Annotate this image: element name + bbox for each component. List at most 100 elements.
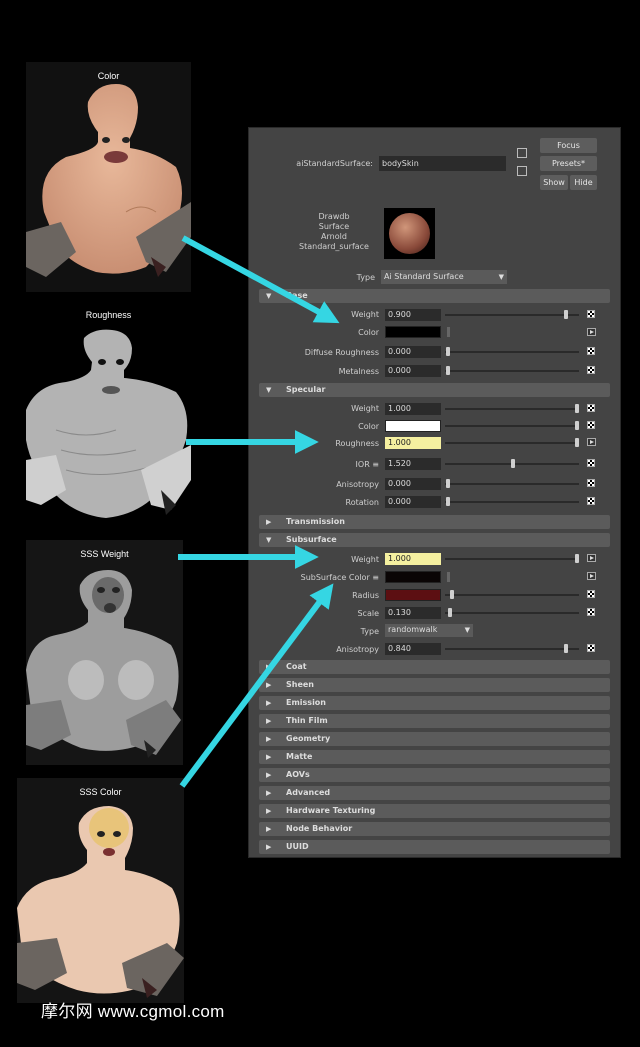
section-specular[interactable]: ▼ Specular <box>259 383 610 397</box>
specular-roughness-label: Roughness <box>335 439 379 448</box>
show-button[interactable]: Show <box>540 175 568 190</box>
select-input-icon[interactable] <box>517 148 527 158</box>
specular-color-slider-handle[interactable] <box>575 421 579 430</box>
node-name-field[interactable]: bodySkin <box>379 156 506 171</box>
subsurface-weight-field[interactable]: 1.000 <box>385 553 441 565</box>
base-weight-map-button[interactable] <box>587 310 595 318</box>
select-output-icon[interactable] <box>517 166 527 176</box>
base-color-swatch[interactable] <box>385 326 441 338</box>
base-color-map-button[interactable] <box>587 328 596 336</box>
material-swatch-caption: Drawdb Surface Arnold Standard_surface <box>289 212 379 252</box>
expand-arrow-icon: ▶ <box>266 717 272 725</box>
subsurface-anisotropy-field[interactable]: 0.840 <box>385 643 441 655</box>
presets-button[interactable]: Presets* <box>540 156 597 171</box>
texture-color-image <box>26 62 191 292</box>
base-color-slider[interactable] <box>447 327 450 337</box>
section-node-behavior[interactable]: ▶ Node Behavior <box>259 822 610 836</box>
hide-button[interactable]: Hide <box>570 175 597 190</box>
specular-color-swatch[interactable] <box>385 420 441 432</box>
expand-arrow-icon: ▶ <box>266 825 272 833</box>
subsurface-weight-slider[interactable] <box>445 558 579 560</box>
section-aovs[interactable]: ▶ AOVs <box>259 768 610 782</box>
section-sheen[interactable]: ▶ Sheen <box>259 678 610 692</box>
expand-arrow-icon: ▶ <box>266 771 272 779</box>
specular-weight-field[interactable]: 1.000 <box>385 403 441 415</box>
specular-rotation-field[interactable]: 0.000 <box>385 496 441 508</box>
section-uuid[interactable]: ▶ UUID <box>259 840 610 854</box>
subsurface-color-slider[interactable] <box>447 572 450 582</box>
section-specular-title: Specular <box>286 385 326 394</box>
section-subsurface[interactable]: ▼ Subsurface <box>259 533 610 547</box>
base-weight-field[interactable]: 0.900 <box>385 309 441 321</box>
specular-rotation-map-button[interactable] <box>587 497 595 505</box>
specular-weight-slider-handle[interactable] <box>575 404 579 413</box>
specular-anisotropy-map-button[interactable] <box>587 479 595 487</box>
material-swatch-preview[interactable] <box>384 208 435 259</box>
scale-slider-handle[interactable] <box>448 608 452 617</box>
specular-rotation-label: Rotation <box>345 498 379 507</box>
section-transmission[interactable]: ▶ Transmission <box>259 515 610 529</box>
diffuse-roughness-map-button[interactable] <box>587 347 595 355</box>
type-dropdown-value: Ai Standard Surface <box>384 272 464 281</box>
swatch-caption-line: Standard_surface <box>299 242 369 251</box>
expand-arrow-icon: ▼ <box>266 292 272 300</box>
diffuse-roughness-slider-handle[interactable] <box>446 347 450 356</box>
subsurface-weight-map-button[interactable] <box>587 554 596 562</box>
expand-arrow-icon: ▶ <box>266 735 272 743</box>
radius-slider[interactable] <box>445 594 579 596</box>
specular-color-map-button[interactable] <box>587 421 595 429</box>
scale-field[interactable]: 0.130 <box>385 607 441 619</box>
subsurface-anisotropy-label: Anisotropy <box>336 645 379 654</box>
section-thin-film[interactable]: ▶ Thin Film <box>259 714 610 728</box>
metalness-slider-handle[interactable] <box>446 366 450 375</box>
subsurface-anisotropy-slider-handle[interactable] <box>564 644 568 653</box>
texture-sss-weight-title: SSS Weight <box>80 549 129 559</box>
specular-color-slider[interactable] <box>445 425 579 427</box>
section-emission[interactable]: ▶ Emission <box>259 696 610 710</box>
metalness-map-button[interactable] <box>587 366 595 374</box>
ior-slider-handle[interactable] <box>511 459 515 468</box>
scale-map-button[interactable] <box>587 608 595 616</box>
subsurface-color-map-button[interactable] <box>587 572 596 580</box>
diffuse-roughness-slider[interactable] <box>445 351 579 353</box>
metalness-slider[interactable] <box>445 370 579 372</box>
radius-slider-handle[interactable] <box>450 590 454 599</box>
subsurface-anisotropy-map-button[interactable] <box>587 644 595 652</box>
section-coat[interactable]: ▶ Coat <box>259 660 610 674</box>
specular-anisotropy-slider[interactable] <box>445 483 579 485</box>
scale-slider[interactable] <box>445 612 579 614</box>
metalness-field[interactable]: 0.000 <box>385 365 441 377</box>
specular-rotation-slider-handle[interactable] <box>446 497 450 506</box>
subsurface-anisotropy-slider[interactable] <box>445 648 579 650</box>
focus-button[interactable]: Focus <box>540 138 597 153</box>
section-advanced[interactable]: ▶ Advanced <box>259 786 610 800</box>
expand-arrow-icon: ▶ <box>266 681 272 689</box>
section-geometry[interactable]: ▶ Geometry <box>259 732 610 746</box>
texture-color: Color <box>26 62 191 292</box>
ior-map-button[interactable] <box>587 459 595 467</box>
section-base[interactable]: ▼ Base <box>259 289 610 303</box>
radius-map-button[interactable] <box>587 590 595 598</box>
specular-roughness-slider-handle[interactable] <box>575 438 579 447</box>
radius-color-swatch[interactable] <box>385 589 441 601</box>
ior-field[interactable]: 1.520 <box>385 458 441 470</box>
type-dropdown[interactable]: Ai Standard Surface ▼ <box>381 270 507 284</box>
section-hardware-texturing[interactable]: ▶ Hardware Texturing <box>259 804 610 818</box>
base-weight-label: Weight <box>351 310 379 319</box>
diffuse-roughness-field[interactable]: 0.000 <box>385 346 441 358</box>
specular-anisotropy-slider-handle[interactable] <box>446 479 450 488</box>
specular-weight-slider[interactable] <box>445 408 579 410</box>
node-type-label: aiStandardSurface: <box>296 159 373 168</box>
base-weight-slider-handle[interactable] <box>563 310 568 319</box>
subsurface-weight-slider-handle[interactable] <box>575 554 579 563</box>
specular-roughness-map-button[interactable] <box>587 438 596 446</box>
base-weight-slider[interactable] <box>445 314 579 316</box>
specular-roughness-field[interactable]: 1.000 <box>385 437 441 449</box>
subsurface-type-dropdown[interactable]: randomwalk ▼ <box>385 624 473 637</box>
specular-rotation-slider[interactable] <box>445 501 579 503</box>
specular-anisotropy-field[interactable]: 0.000 <box>385 478 441 490</box>
section-matte[interactable]: ▶ Matte <box>259 750 610 764</box>
specular-roughness-slider[interactable] <box>445 442 579 444</box>
specular-weight-map-button[interactable] <box>587 404 595 412</box>
subsurface-color-swatch[interactable] <box>385 571 441 583</box>
